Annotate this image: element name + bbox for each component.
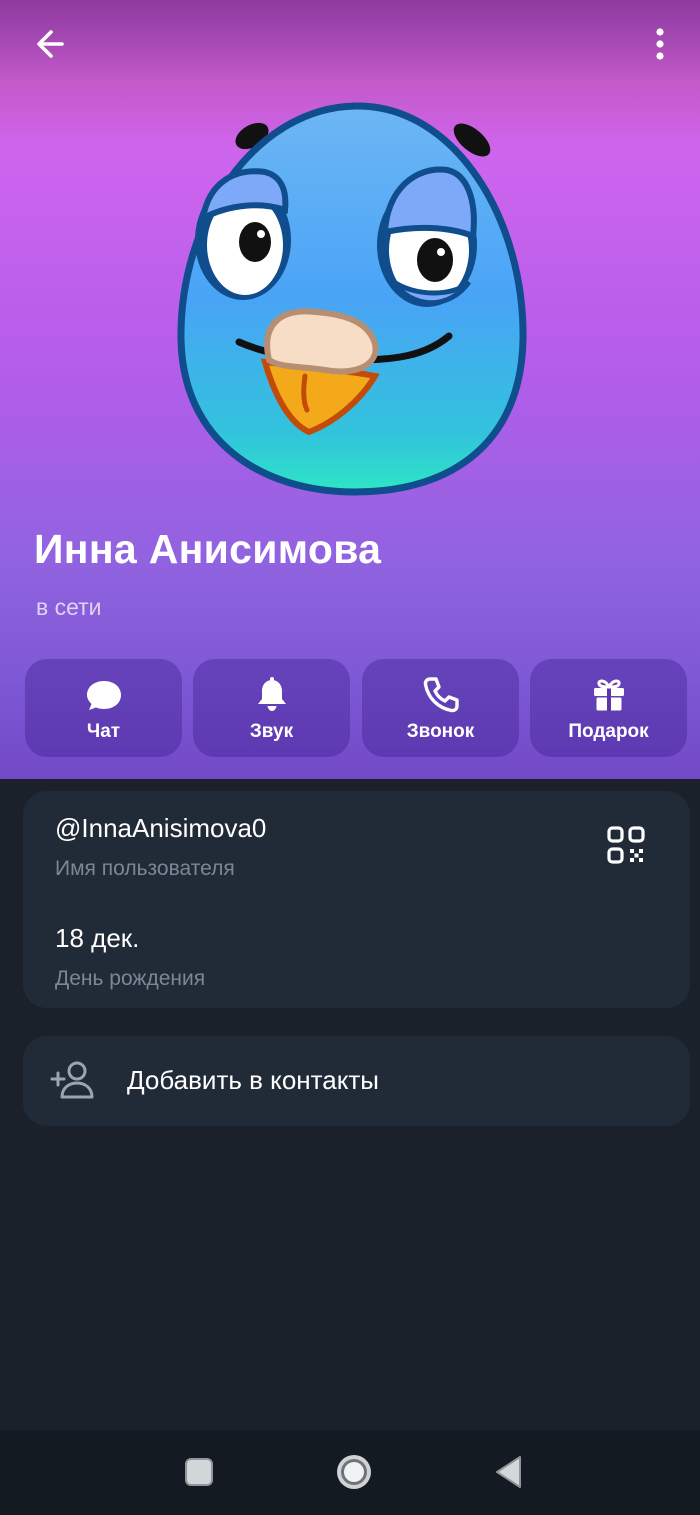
home-circle-icon[interactable] (334, 1452, 374, 1492)
back-button[interactable] (28, 24, 76, 64)
username-label: Имя пользователя (55, 857, 235, 880)
avatar[interactable] (165, 100, 545, 500)
add-contact-label: Добавить в контакты (127, 1065, 379, 1095)
more-options-button[interactable] (640, 22, 680, 66)
gift-button[interactable]: Подарок (530, 659, 687, 757)
username-value[interactable]: @InnaAnisimova0 (55, 813, 266, 844)
qr-code-button[interactable] (606, 825, 646, 865)
call-button[interactable]: Звонок (362, 659, 519, 757)
birthday-label: День рождения (55, 967, 206, 990)
action-buttons: Чат Звук Звонок Подарок (25, 659, 687, 757)
gift-icon (589, 675, 629, 715)
phone-icon (421, 675, 461, 715)
arrow-left-icon (37, 30, 64, 58)
profile-name: Инна Анисимова (34, 526, 382, 572)
chat-button[interactable]: Чат (25, 659, 182, 757)
back-triangle-icon[interactable] (493, 1454, 525, 1490)
system-navigation-bar (0, 1430, 700, 1515)
gift-button-label: Подарок (568, 721, 649, 742)
more-vertical-icon (656, 28, 664, 60)
profile-header: Инна Анисимова в сети Чат Звук Звонок По… (0, 0, 700, 779)
add-contact-button[interactable]: Добавить в контакты (23, 1036, 690, 1126)
bell-icon (252, 675, 292, 715)
chat-bubble-icon (84, 675, 124, 715)
info-card: @InnaAnisimova0 Имя пользователя 18 дек.… (23, 791, 690, 1008)
sound-button[interactable]: Звук (193, 659, 350, 757)
recents-square-icon[interactable] (183, 1456, 215, 1488)
chat-button-label: Чат (86, 721, 121, 742)
sound-button-label: Звук (249, 721, 294, 742)
qr-code-icon (607, 826, 645, 864)
birthday-value: 18 дек. (55, 923, 140, 953)
online-status: в сети (36, 594, 102, 620)
add-person-icon (50, 1061, 94, 1099)
call-button-label: Звонок (406, 721, 475, 742)
